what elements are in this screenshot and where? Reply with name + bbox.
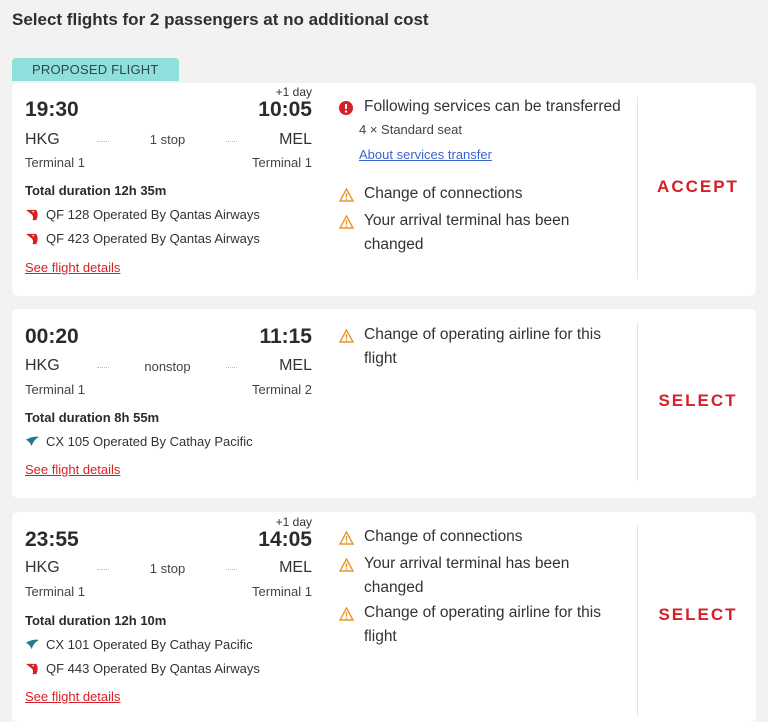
flight-segment-text: QF 423 Operated By Qantas Airways — [46, 231, 260, 246]
change-notices: Change of operating airline for this fli… — [338, 309, 629, 498]
warning-notice: Your arrival terminal has been changed — [338, 209, 629, 257]
flight-option-card: 23:55 +1 day 14:05 HKG 1 stop MEL Termin… — [12, 512, 756, 722]
services-transfer-notice: Following services can be transferred — [339, 95, 629, 123]
total-duration: Total duration 12h 10m — [25, 613, 167, 628]
arrival-time: 10:05 — [258, 98, 312, 121]
cathay-logo-icon — [25, 639, 40, 650]
qantas-logo-icon — [25, 233, 38, 245]
flight-segment: QF 128 Operated By Qantas Airways — [25, 207, 260, 222]
destination-terminal: Terminal 1 — [252, 584, 312, 599]
warning-text: Change of operating airline for this fli… — [364, 326, 601, 367]
flight-segment: QF 443 Operated By Qantas Airways — [25, 661, 260, 676]
warning-icon — [338, 525, 359, 553]
flight-segment-text: CX 105 Operated By Cathay Pacific — [46, 434, 253, 449]
divider — [637, 97, 638, 279]
departure-time: 00:20 — [25, 325, 79, 348]
flight-option-card: 19:30 +1 day 10:05 HKG 1 stop MEL Termin… — [12, 83, 756, 296]
flight-option-card: 00:20 11:15 HKG nonstop MEL Terminal 1 T… — [12, 309, 756, 498]
total-duration: Total duration 12h 35m — [25, 183, 167, 198]
origin-airport: HKG — [25, 131, 60, 148]
qantas-logo-icon — [25, 209, 38, 221]
flight-segment-text: CX 101 Operated By Cathay Pacific — [46, 637, 253, 652]
proposed-flight-badge: PROPOSED FLIGHT — [12, 58, 179, 81]
itinerary: 19:30 +1 day 10:05 HKG 1 stop MEL Termin… — [25, 83, 312, 296]
destination-airport: MEL — [279, 357, 312, 374]
warning-text: Change of connections — [364, 528, 523, 545]
see-flight-details-link[interactable]: See flight details — [25, 462, 120, 477]
accept-button[interactable]: ACCEPT — [652, 177, 744, 197]
itinerary: 23:55 +1 day 14:05 HKG 1 stop MEL Termin… — [25, 512, 312, 722]
warning-text: Your arrival terminal has been changed — [364, 555, 570, 596]
cathay-logo-icon — [25, 436, 40, 447]
departure-time: 23:55 — [25, 528, 79, 551]
total-duration: Total duration 8h 55m — [25, 410, 160, 425]
warning-notice: Change of connections — [338, 182, 629, 210]
warning-icon — [338, 552, 359, 600]
warning-text: Your arrival terminal has been changed — [364, 212, 570, 253]
stops-label: 1 stop — [110, 561, 225, 576]
warning-icon — [338, 323, 359, 371]
destination-terminal: Terminal 2 — [252, 382, 312, 397]
destination-airport: MEL — [279, 131, 312, 148]
info-icon — [339, 95, 359, 123]
page-title: Select flights for 2 passengers at no ad… — [12, 10, 429, 29]
flight-segment: QF 423 Operated By Qantas Airways — [25, 231, 260, 246]
warning-icon — [338, 182, 359, 210]
warning-notice: Your arrival terminal has been changed — [338, 552, 629, 600]
divider — [637, 526, 638, 716]
warning-notice: Change of operating airline for this fli… — [338, 601, 629, 649]
flight-segment: CX 105 Operated By Cathay Pacific — [25, 434, 253, 449]
departure-time: 19:30 — [25, 98, 79, 121]
stops-label: 1 stop — [110, 132, 225, 147]
change-notices: Change of connections Your arrival termi… — [338, 512, 629, 722]
origin-terminal: Terminal 1 — [25, 155, 85, 170]
plus-day-label: +1 day — [275, 85, 312, 99]
origin-airport: HKG — [25, 357, 60, 374]
qantas-logo-icon — [25, 663, 38, 675]
seat-count: 4 × Standard seat — [359, 122, 462, 137]
arrival-time: 14:05 — [258, 528, 312, 551]
divider — [637, 323, 638, 481]
warning-notice: Change of connections — [338, 525, 629, 553]
about-services-transfer-link[interactable]: About services transfer — [359, 147, 492, 162]
stops-label: nonstop — [110, 359, 225, 374]
itinerary: 00:20 11:15 HKG nonstop MEL Terminal 1 T… — [25, 309, 312, 498]
arrival-time: 11:15 — [259, 325, 312, 348]
select-button[interactable]: SELECT — [652, 605, 744, 625]
flight-segment-text: QF 128 Operated By Qantas Airways — [46, 207, 260, 222]
warning-notice: Change of operating airline for this fli… — [338, 323, 629, 371]
destination-terminal: Terminal 1 — [252, 155, 312, 170]
select-button[interactable]: SELECT — [652, 391, 744, 411]
change-notices: Following services can be transferred 4 … — [338, 83, 629, 296]
warning-text: Change of connections — [364, 185, 523, 202]
warning-icon — [338, 601, 359, 649]
origin-terminal: Terminal 1 — [25, 584, 85, 599]
warning-icon — [338, 209, 359, 257]
origin-terminal: Terminal 1 — [25, 382, 85, 397]
see-flight-details-link[interactable]: See flight details — [25, 260, 120, 275]
flight-segment: CX 101 Operated By Cathay Pacific — [25, 637, 253, 652]
see-flight-details-link[interactable]: See flight details — [25, 689, 120, 704]
destination-airport: MEL — [279, 559, 312, 576]
plus-day-label: +1 day — [275, 515, 312, 529]
flight-segment-text: QF 443 Operated By Qantas Airways — [46, 661, 260, 676]
notice-text: Following services can be transferred — [364, 98, 621, 115]
origin-airport: HKG — [25, 559, 60, 576]
warning-text: Change of operating airline for this fli… — [364, 604, 601, 645]
